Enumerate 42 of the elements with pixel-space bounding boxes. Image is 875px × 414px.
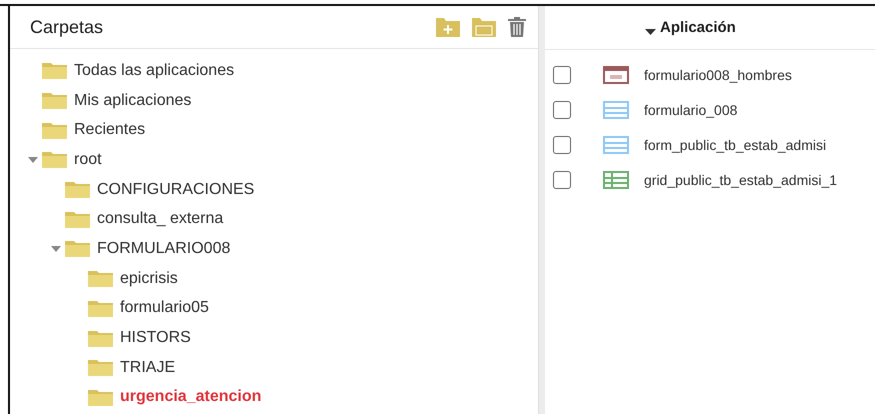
application-name[interactable]: grid_public_tb_estab_admisi_1 (644, 172, 838, 188)
pdf-file-icon (603, 66, 629, 84)
application-name[interactable]: form_public_tb_estab_admisi (644, 136, 826, 152)
checkbox[interactable] (553, 136, 571, 154)
folder-icon (88, 300, 113, 317)
checkbox[interactable] (553, 100, 571, 118)
folder-item[interactable]: Mis aplicaciones (74, 92, 192, 110)
folder-item[interactable]: HISTORS (120, 329, 191, 348)
folder-item[interactable]: epicrisis (120, 270, 178, 288)
checkbox[interactable] (553, 170, 571, 188)
checkbox[interactable] (553, 66, 571, 84)
folder-item[interactable]: formulario05 (120, 299, 209, 318)
folder-icon (42, 62, 67, 80)
trash-icon[interactable] (508, 17, 526, 37)
folder-item[interactable]: CONFIGURACIONES (97, 180, 254, 199)
expand-caret-icon[interactable] (51, 246, 61, 252)
folder-icon (88, 388, 113, 406)
panel-title: Carpetas (30, 16, 104, 38)
folder-item[interactable]: FORMULARIO008 (97, 240, 230, 258)
folder-item[interactable]: root (74, 150, 102, 169)
folder-icon (42, 151, 67, 168)
folder-icon (88, 359, 113, 376)
form-icon (603, 100, 629, 118)
folder-item[interactable]: TRIAJE (120, 358, 176, 377)
application-name[interactable]: formulario_008 (644, 102, 738, 118)
folder-item[interactable]: Todas las aplicaciones (74, 62, 234, 80)
application-name[interactable]: formulario008_hombres (644, 66, 792, 82)
grid-icon (603, 170, 629, 188)
folder-icon (88, 270, 113, 288)
expand-caret-icon[interactable] (28, 156, 38, 163)
column-header[interactable]: Aplicación (660, 19, 736, 36)
form-icon (603, 136, 629, 154)
folder-icon (42, 92, 67, 110)
folder-icon (42, 122, 67, 139)
folder-icon (88, 330, 113, 347)
folder-item[interactable]: Recientes (74, 121, 146, 140)
sort-caret-icon (645, 28, 656, 34)
folder-item[interactable]: urgencia_atencion (120, 388, 262, 406)
folder-item[interactable]: consulta_ externa (97, 210, 224, 228)
folder-icon (65, 210, 90, 228)
folder-icon (65, 181, 90, 198)
folder-icon (65, 240, 90, 258)
